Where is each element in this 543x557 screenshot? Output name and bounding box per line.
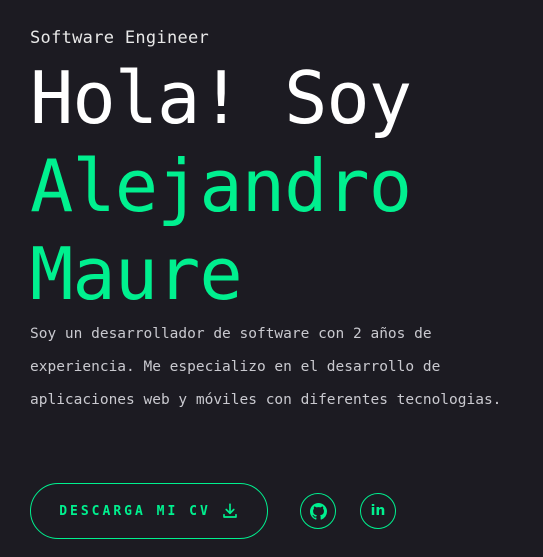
github-icon: [309, 502, 327, 520]
bio-paragraph: Soy un desarrollador de software con 2 a…: [30, 326, 502, 408]
hero-headline: Hola! Soy Alejandro Maure: [30, 54, 412, 318]
greeting-text: Hola! Soy: [30, 56, 412, 140]
download-icon: [221, 502, 239, 520]
download-cv-button[interactable]: DESCARGA MI CV: [30, 483, 268, 539]
linkedin-icon: in: [370, 502, 386, 519]
linkedin-link[interactable]: in: [360, 493, 396, 529]
github-link[interactable]: [300, 493, 336, 529]
name-first: Alejandro: [30, 144, 412, 228]
hero-actions: DESCARGA MI CV in: [30, 483, 396, 539]
name-last: Maure: [30, 232, 243, 316]
download-cv-label: DESCARGA MI CV: [59, 503, 211, 519]
job-title: Software Engineer: [30, 28, 210, 48]
